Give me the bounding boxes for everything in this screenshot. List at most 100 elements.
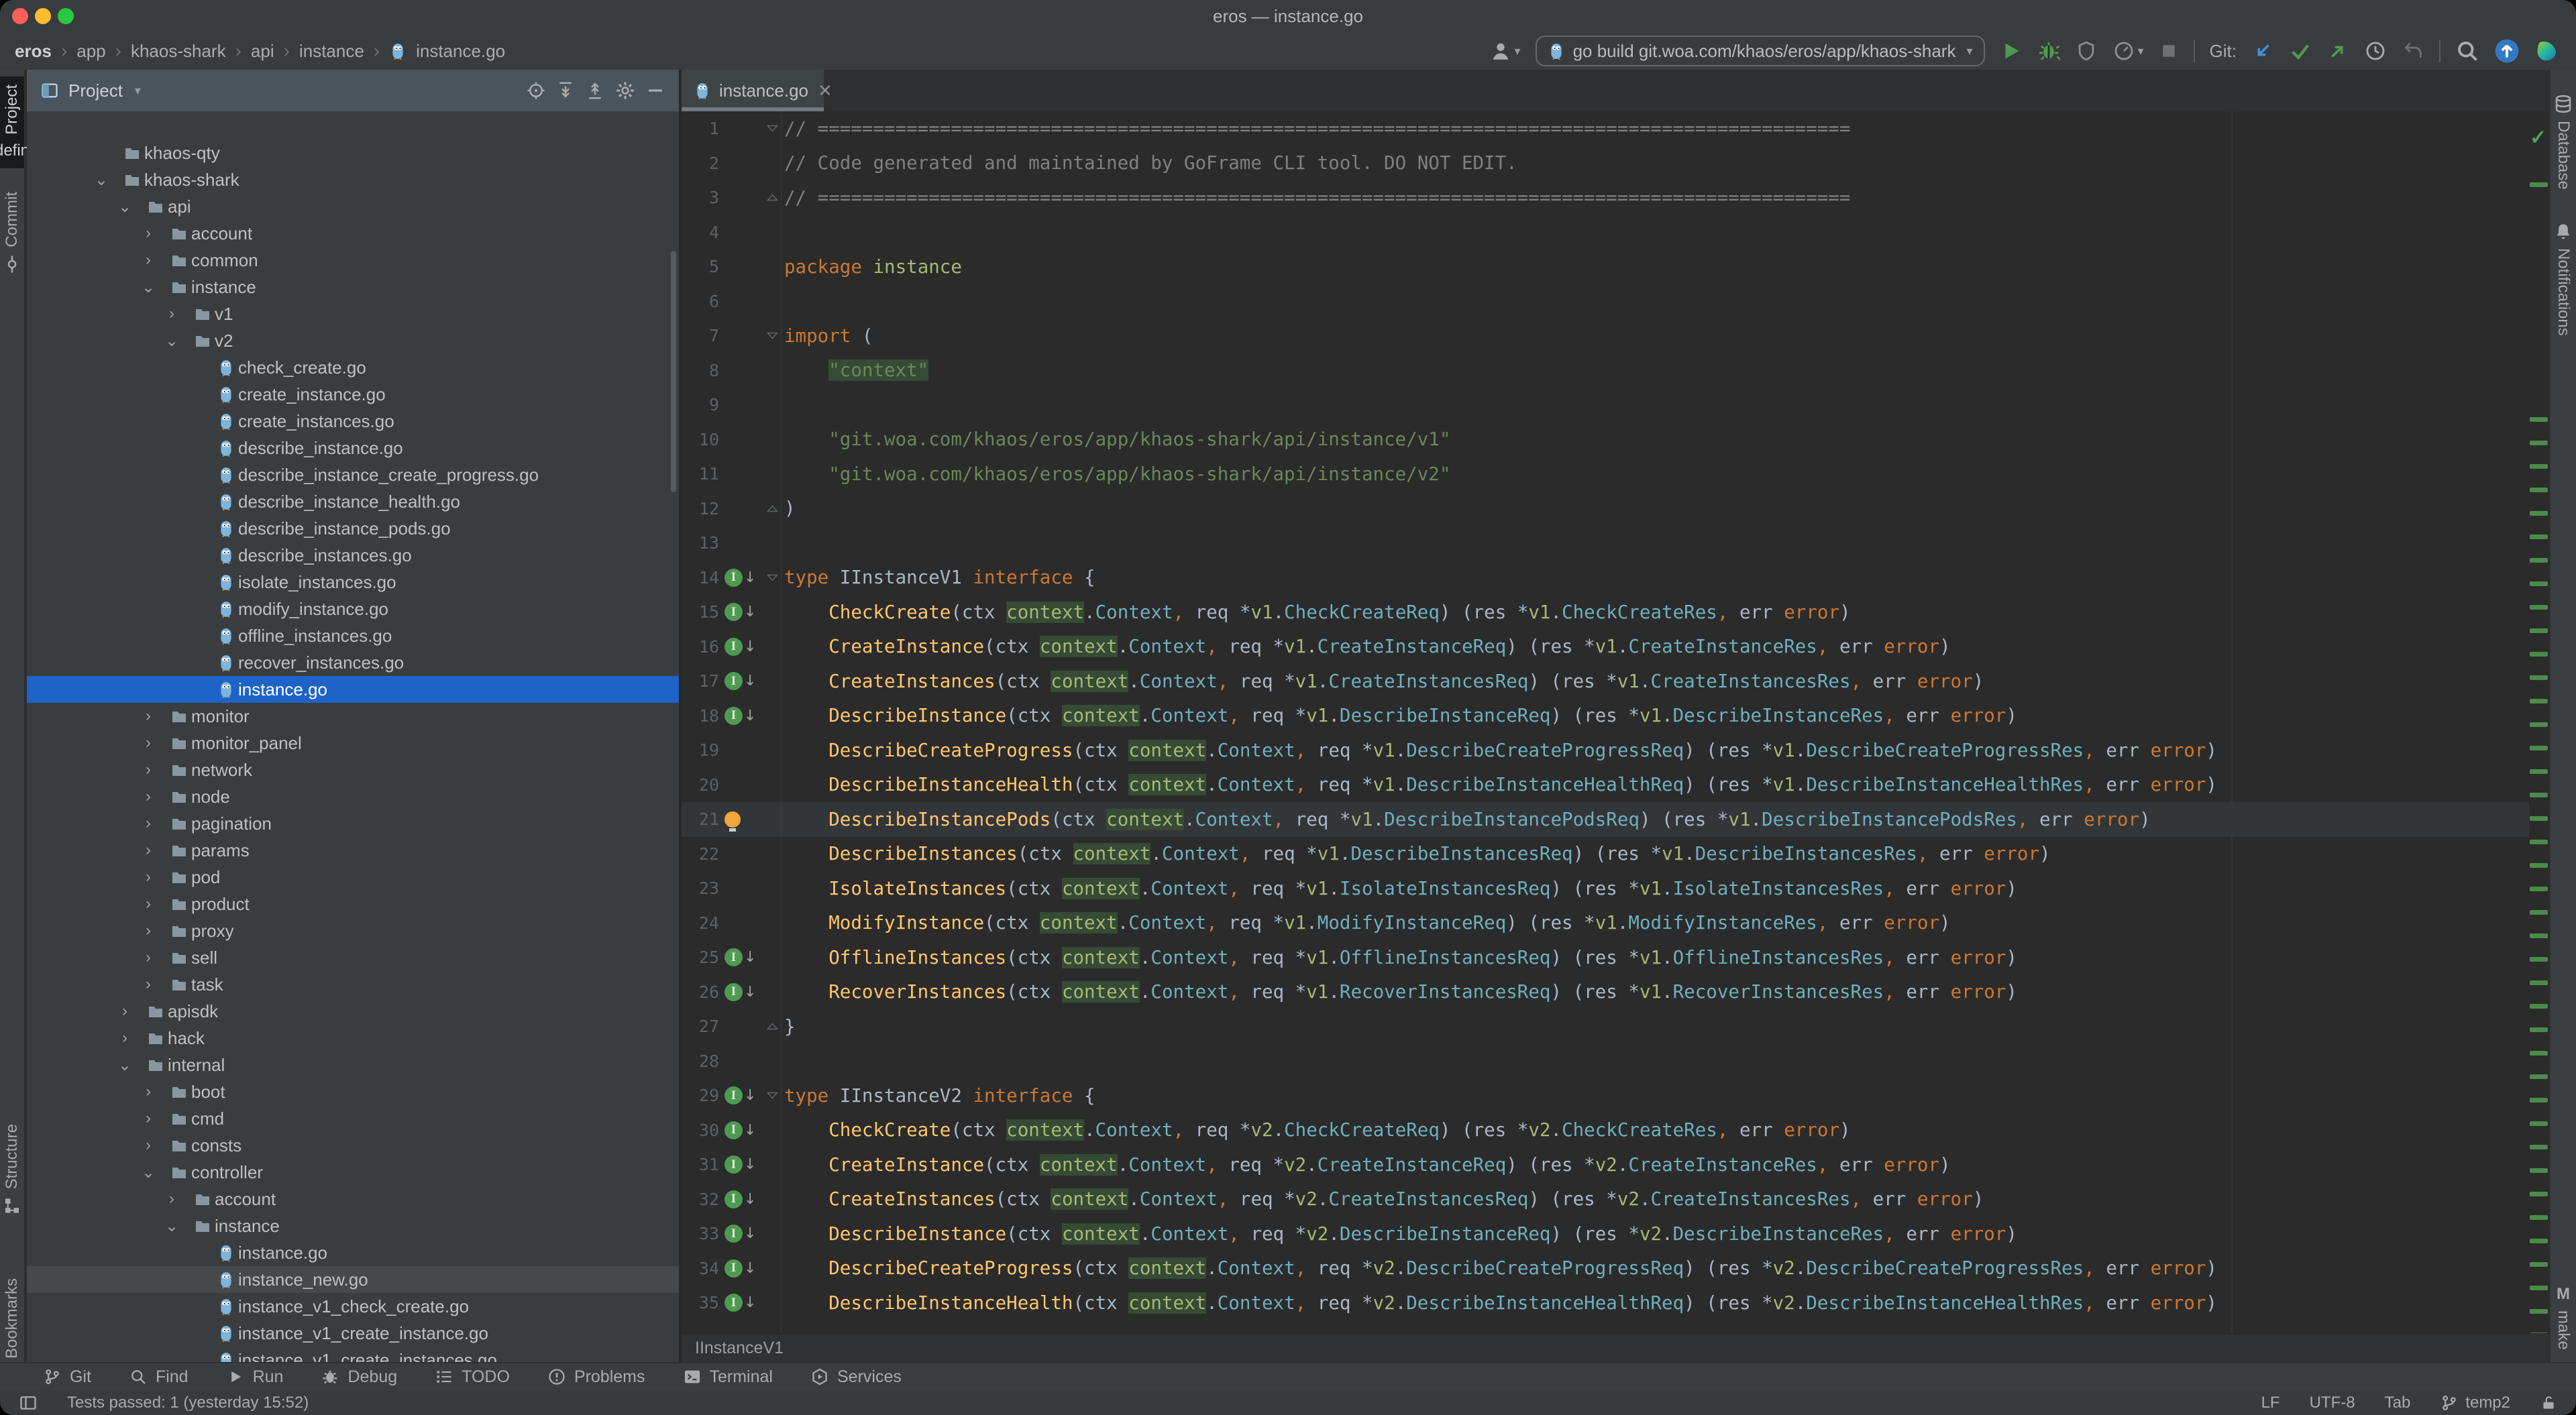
toolwindow-button-structure[interactable]: Structure — [0, 1116, 24, 1224]
lock-icon[interactable] — [2540, 1394, 2557, 1412]
hide-panel-button[interactable] — [645, 80, 665, 101]
code-line-2[interactable]: 2// Code generated and maintained by GoF… — [682, 146, 2532, 181]
code-line-25[interactable]: 25I↓ OfflineInstances(ctx context.Contex… — [682, 940, 2532, 975]
code-line-29[interactable]: 29I↓type IInstanceV2 interface { — [682, 1078, 2532, 1113]
vcs-change-mark[interactable] — [2530, 957, 2548, 962]
breadcrumb-item-eros[interactable]: eros — [15, 41, 52, 62]
toolwindow-bar-services[interactable]: Services — [810, 1367, 902, 1387]
vcs-change-mark[interactable] — [2530, 1027, 2548, 1032]
debug-button[interactable] — [2037, 40, 2060, 62]
tree-row-internal[interactable]: ⌄internal — [27, 1052, 679, 1078]
toolwindow-button-commit[interactable]: Commit — [0, 184, 24, 282]
code-line-19[interactable]: 19 DescribeCreateProgress(ctx context.Co… — [682, 733, 2532, 768]
toolwindow-layout-icon[interactable] — [19, 1394, 38, 1412]
tree-row-isolate_instances.go[interactable]: isolate_instances.go — [27, 569, 679, 596]
git-commit-button[interactable] — [2289, 40, 2312, 62]
vcs-change-mark[interactable] — [2530, 746, 2548, 750]
chevron-right-icon[interactable]: › — [141, 760, 156, 779]
tree-row-describe_instances.go[interactable]: describe_instances.go — [27, 542, 679, 569]
code-line-9[interactable]: 9 — [682, 388, 2532, 422]
chevron-down-icon[interactable]: ⌄ — [164, 331, 179, 351]
chevron-right-icon[interactable]: › — [141, 787, 156, 806]
tree-row-pagination[interactable]: ›pagination — [27, 810, 679, 837]
chevron-right-icon[interactable]: › — [164, 304, 179, 323]
code-editor[interactable]: 35I↓ DescribeInstanceHealth(ctx context.… — [682, 111, 2549, 1333]
vcs-change-mark[interactable] — [2530, 605, 2548, 610]
breadcrumb-item-instance.go[interactable]: instance.go — [416, 41, 505, 62]
tree-row-modify_instance.go[interactable]: modify_instance.go — [27, 596, 679, 622]
code-line-20[interactable]: 20 DescribeInstanceHealth(ctx context.Co… — [682, 768, 2532, 803]
chevron-down-icon[interactable]: ▾ — [135, 84, 141, 98]
vcs-change-mark[interactable] — [2530, 910, 2548, 915]
toolwindow-bar-todo[interactable]: TODO — [435, 1367, 510, 1387]
code-line-33[interactable]: 33I↓ DescribeInstance(ctx context.Contex… — [682, 1216, 2532, 1251]
tree-row-instance_v1_create_instances.go[interactable]: instance_v1_create_instances.go — [27, 1347, 679, 1362]
implementation-gutter-icon[interactable]: I↓ — [724, 1155, 762, 1174]
panel-settings-button[interactable] — [614, 80, 636, 101]
chevron-down-icon[interactable]: ⌄ — [117, 1056, 132, 1075]
code-line-4[interactable]: 4 — [682, 215, 2532, 250]
fold-marker-icon[interactable] — [763, 574, 781, 581]
tree-row-describe_instance_pods.go[interactable]: describe_instance_pods.go — [27, 515, 679, 542]
vcs-change-mark[interactable] — [2530, 816, 2548, 821]
code-line-12[interactable]: 12) — [682, 492, 2532, 526]
vcs-change-mark[interactable] — [2530, 182, 2548, 187]
vcs-change-mark[interactable] — [2530, 417, 2548, 422]
tree-row-consts[interactable]: ›consts — [27, 1132, 679, 1159]
tree-row-account[interactable]: ›account — [27, 1186, 679, 1212]
implementation-gutter-icon[interactable]: I↓ — [724, 948, 762, 966]
vcs-change-mark[interactable] — [2530, 699, 2548, 703]
plugin-logo-icon[interactable] — [2534, 38, 2560, 64]
code-line-21[interactable]: 21 DescribeInstancePods(ctx context.Cont… — [682, 802, 2532, 837]
tree-row-sell[interactable]: ›sell — [27, 944, 679, 971]
chevron-right-icon[interactable]: › — [141, 224, 156, 243]
toolwindow-bar-debug[interactable]: Debug — [321, 1367, 397, 1387]
code-line-22[interactable]: 22 DescribeInstances(ctx context.Context… — [682, 837, 2532, 872]
tree-row-product[interactable]: ›product — [27, 891, 679, 917]
stop-button[interactable] — [2159, 41, 2179, 61]
chevron-right-icon[interactable]: › — [141, 734, 156, 752]
search-everywhere-button[interactable] — [2455, 39, 2479, 63]
tree-row-recover_instances.go[interactable]: recover_instances.go — [27, 649, 679, 676]
code-line-28[interactable]: 28 — [682, 1044, 2532, 1079]
vcs-change-mark[interactable] — [2530, 1192, 2548, 1196]
vcs-change-mark[interactable] — [2530, 464, 2548, 469]
code-line-27[interactable]: 27} — [682, 1009, 2532, 1044]
tree-row-proxy[interactable]: ›proxy — [27, 917, 679, 944]
code-line-15[interactable]: 15I↓ CheckCreate(ctx context.Context, re… — [682, 595, 2532, 630]
fold-marker-icon[interactable] — [763, 1092, 781, 1099]
breadcrumb-item-instance[interactable]: instance — [299, 41, 364, 62]
chevron-right-icon[interactable]: › — [141, 814, 156, 833]
vcs-change-mark[interactable] — [2530, 980, 2548, 985]
ide-update-icon[interactable] — [2494, 38, 2520, 64]
vcs-change-mark[interactable] — [2530, 1074, 2548, 1079]
tree-row-describe_instance.go[interactable]: describe_instance.go — [27, 435, 679, 461]
toolwindow-button-project[interactable]: Projectundefined — [0, 76, 24, 168]
fold-marker-icon[interactable] — [763, 332, 781, 339]
line-ending-widget[interactable]: LF — [2261, 1394, 2280, 1412]
chevron-down-icon[interactable]: ⌄ — [94, 170, 109, 190]
tree-row-monitor_panel[interactable]: ›monitor_panel — [27, 730, 679, 756]
chevron-right-icon[interactable]: › — [141, 921, 156, 940]
chevron-right-icon[interactable]: › — [141, 948, 156, 967]
vcs-change-mark[interactable] — [2530, 1004, 2548, 1009]
implementation-gutter-icon[interactable]: I↓ — [724, 707, 762, 725]
git-push-button[interactable] — [2326, 40, 2349, 62]
code-line-30[interactable]: 30I↓ CheckCreate(ctx context.Context, re… — [682, 1113, 2532, 1148]
tree-row-describe_instance_create_progress.go[interactable]: describe_instance_create_progress.go — [27, 461, 679, 488]
chevron-down-icon[interactable]: ⌄ — [141, 278, 156, 297]
vcs-change-mark[interactable] — [2530, 581, 2548, 586]
error-stripe[interactable]: ✓ — [2529, 111, 2549, 1333]
code-line-18[interactable]: 18I↓ DescribeInstance(ctx context.Contex… — [682, 699, 2532, 734]
code-line-8[interactable]: 8 "context" — [682, 353, 2532, 388]
implementation-gutter-icon[interactable]: I↓ — [724, 569, 762, 587]
toolwindow-button-make[interactable]: Mmake — [2551, 1277, 2576, 1358]
tree-row-common[interactable]: ›common — [27, 247, 679, 274]
code-line-11[interactable]: 11 "git.woa.com/khaos/eros/app/khaos-sha… — [682, 457, 2532, 492]
encoding-widget[interactable]: UTF-8 — [2310, 1394, 2355, 1412]
tree-row-instance.go[interactable]: instance.go — [27, 676, 679, 703]
tree-row-cmd[interactable]: ›cmd — [27, 1105, 679, 1132]
code-line-3[interactable]: 3// ====================================… — [682, 180, 2532, 215]
implementation-gutter-icon[interactable]: I↓ — [724, 1086, 762, 1105]
implementation-gutter-icon[interactable]: I↓ — [724, 638, 762, 656]
